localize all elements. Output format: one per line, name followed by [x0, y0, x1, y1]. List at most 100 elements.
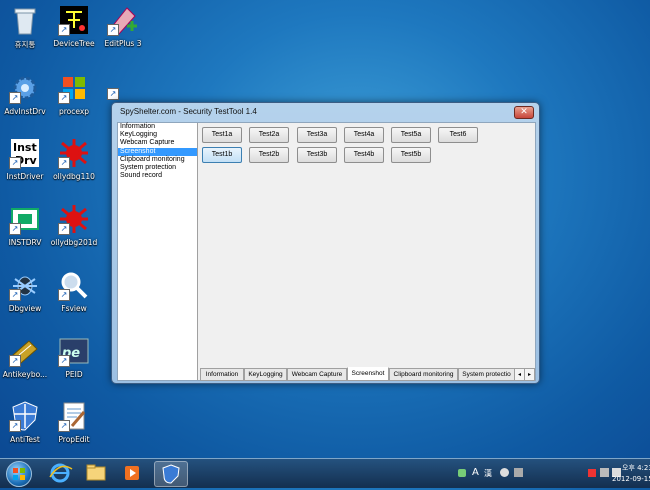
start-button[interactable]: [6, 461, 32, 487]
test6-button[interactable]: Test6: [438, 127, 478, 143]
chevron-right-icon: ▸: [527, 371, 531, 378]
devicetree-label: DeviceTree: [53, 39, 95, 48]
desktop-icon-ollydbg110[interactable]: ↗ ollydbg110: [46, 137, 102, 181]
test1a-button[interactable]: Test1a: [202, 127, 242, 143]
shortcut-arrow-icon: ↗: [58, 420, 70, 432]
close-icon: ✕: [520, 107, 528, 117]
propedit-icon: ↗: [58, 400, 90, 432]
list-item[interactable]: Clipboard monitoring: [118, 156, 197, 164]
shortcut-arrow-icon: ↗: [9, 289, 21, 301]
test2a-button[interactable]: Test2a: [249, 127, 289, 143]
shortcut-arrow-icon: ↗: [9, 355, 21, 367]
help-icon[interactable]: [500, 468, 509, 477]
tab-information[interactable]: Information: [200, 368, 244, 381]
shortcut-arrow-icon: ↗: [58, 223, 70, 235]
editplus-label: EditPlus 3: [104, 39, 142, 48]
editplus-icon: ↗: [107, 4, 139, 36]
shortcut-arrow-icon: ↗: [9, 157, 21, 169]
peid-label: PEID: [65, 370, 83, 379]
devicetree-icon: ↗: [58, 4, 90, 36]
desktop-icon-ollydbg201d[interactable]: ↗ ollydbg201d: [46, 203, 102, 247]
window-client-area: Information KeyLogging Webcam Capture Sc…: [117, 122, 536, 381]
shortcut-arrow-icon: ↗: [58, 24, 70, 36]
list-item[interactable]: Webcam Capture: [118, 139, 197, 147]
tray-settings-icon[interactable]: [514, 468, 523, 477]
list-item-selected[interactable]: Screenshot: [118, 147, 197, 156]
network-icon[interactable]: [600, 468, 609, 477]
taskbar-ie-button[interactable]: [44, 461, 76, 485]
shortcut-arrow-icon: ↗: [9, 420, 21, 432]
desktop-icon-devicetree[interactable]: ↗ DeviceTree: [46, 4, 102, 48]
desktop-icon-hidden[interactable]: ↗: [107, 88, 119, 100]
ime-lang-han[interactable]: 漢: [484, 468, 492, 479]
shortcut-arrow-icon: ↗: [107, 88, 119, 100]
desktop-icon-procexp[interactable]: ↗ procexp: [46, 72, 102, 116]
taskbar: A 漢 오후 4:23 2012-09-15: [0, 458, 650, 488]
internet-explorer-icon: [49, 463, 73, 483]
instdriver-icon: Inst Drv ↗: [9, 137, 41, 169]
shield-icon: [162, 464, 180, 484]
bug-icon: ↗: [9, 269, 41, 301]
peid-icon: pe ↗: [58, 335, 90, 367]
taskbar-antitest-button[interactable]: [154, 461, 188, 487]
taskbar-mediaplayer-button[interactable]: [116, 461, 148, 485]
tab-keylogging[interactable]: KeyLogging: [244, 368, 287, 381]
window-title: SpyShelter.com - Security TestTool 1.4: [120, 107, 257, 116]
fsview-label: Fsview: [61, 304, 87, 313]
test3b-button[interactable]: Test3b: [297, 147, 337, 163]
windows-flag-icon: ↗: [58, 72, 90, 104]
ollydbg110-label: ollydbg110: [53, 172, 95, 181]
test5a-button[interactable]: Test5a: [391, 127, 431, 143]
procexp-label: procexp: [58, 107, 90, 116]
category-listbox[interactable]: Information KeyLogging Webcam Capture Sc…: [118, 123, 198, 380]
list-item[interactable]: System protection: [118, 164, 197, 172]
magnifier-icon: ↗: [58, 269, 90, 301]
test5b-button[interactable]: Test5b: [391, 147, 431, 163]
svg-text:Inst: Inst: [13, 141, 37, 154]
close-button[interactable]: ✕: [514, 106, 534, 119]
shield-icon: ↗: [9, 400, 41, 432]
tab-system-protection[interactable]: System protectio: [458, 368, 515, 381]
ollydbg-bug-icon: ↗: [58, 203, 90, 235]
ime-status-icon[interactable]: [458, 469, 466, 477]
list-item[interactable]: KeyLogging: [118, 131, 197, 139]
test4a-button[interactable]: Test4a: [344, 127, 384, 143]
tab-screenshot[interactable]: Screenshot: [347, 367, 389, 381]
desktop-icon-peid[interactable]: pe ↗ PEID: [46, 335, 102, 379]
media-player-icon: [125, 466, 139, 480]
shortcut-arrow-icon: ↗: [58, 157, 70, 169]
shortcut-arrow-icon: ↗: [58, 92, 70, 104]
shortcut-arrow-icon: ↗: [9, 223, 21, 235]
desktop-icon-propedit[interactable]: ↗ PropEdit: [46, 400, 102, 444]
tab-webcam-capture[interactable]: Webcam Capture: [287, 368, 347, 381]
ollydbg-bug-icon: ↗: [58, 137, 90, 169]
security-testtool-window[interactable]: SpyShelter.com - Security TestTool 1.4 ✕…: [111, 102, 540, 384]
gear-icon: ↗: [9, 72, 41, 104]
chevron-left-icon: ◂: [517, 371, 521, 378]
action-center-flag-icon[interactable]: [588, 469, 596, 477]
tab-strip: Information KeyLogging Webcam Capture Sc…: [200, 367, 535, 381]
propedit-label: PropEdit: [58, 435, 90, 444]
test1b-button[interactable]: Test1b: [202, 147, 242, 163]
tab-clipboard-monitoring[interactable]: Clipboard monitoring: [389, 368, 458, 381]
ime-lang-a[interactable]: A: [472, 467, 479, 478]
shortcut-arrow-icon: ↗: [9, 92, 21, 104]
tab-scroll-right-button[interactable]: ▸: [524, 368, 535, 381]
test3a-button[interactable]: Test3a: [297, 127, 337, 143]
list-item[interactable]: Sound record: [118, 172, 197, 180]
shortcut-arrow-icon: ↗: [107, 24, 119, 36]
test4b-button[interactable]: Test4b: [344, 147, 384, 163]
window-titlebar[interactable]: SpyShelter.com - Security TestTool 1.4 ✕: [112, 103, 539, 121]
taskbar-explorer-button[interactable]: [80, 461, 112, 485]
windows-logo-icon: [13, 468, 25, 480]
desktop-icon-editplus[interactable]: ↗ EditPlus 3: [95, 4, 151, 48]
desktop-icon-fsview[interactable]: ↗ Fsview: [46, 269, 102, 313]
system-tray: A 漢 오후 4:23 2012-09-15: [450, 459, 650, 488]
list-item[interactable]: Information: [118, 123, 197, 131]
clock-time[interactable]: 오후 4:23: [622, 463, 650, 473]
folder-icon: [86, 464, 106, 481]
ollydbg201d-label: ollydbg201d: [50, 238, 98, 247]
clock-date[interactable]: 2012-09-15: [612, 475, 650, 483]
keyboard-icon: ↗: [9, 335, 41, 367]
test2b-button[interactable]: Test2b: [249, 147, 289, 163]
